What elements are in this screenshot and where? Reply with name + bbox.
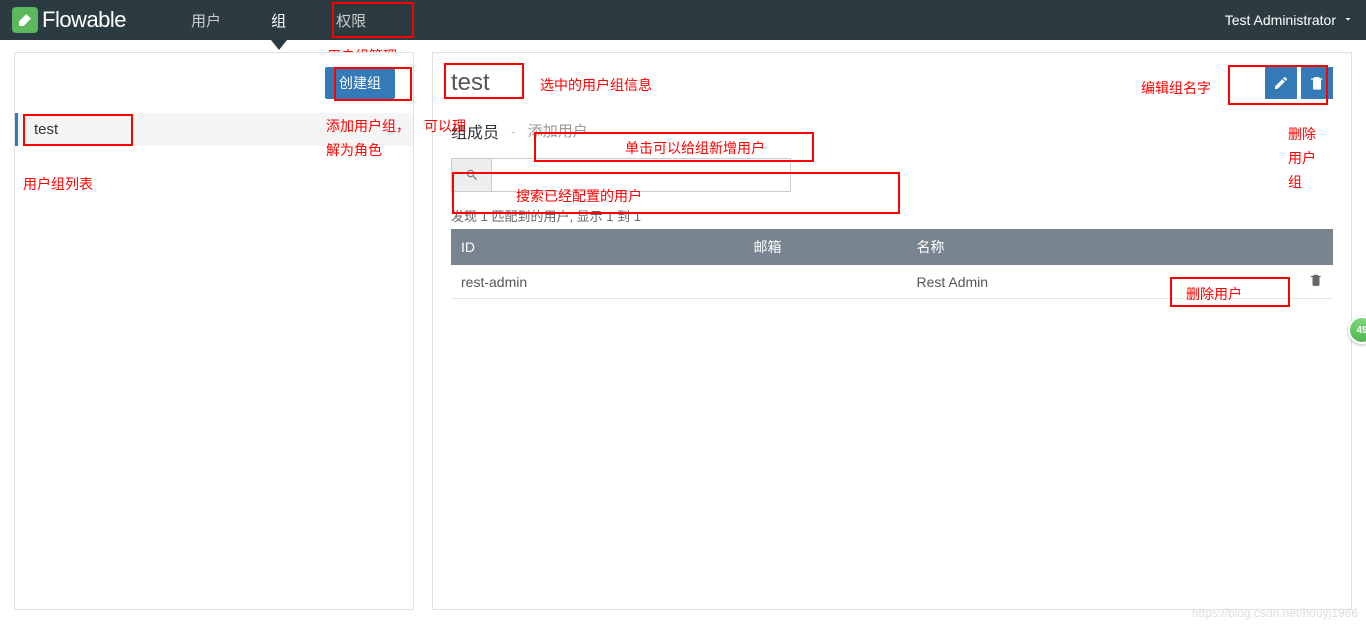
nav-users[interactable]: 用户 (166, 0, 246, 40)
search-input[interactable] (491, 158, 791, 192)
sidebar-actions: 创建组 (15, 53, 413, 113)
nav-groups-label: 组 (271, 10, 286, 31)
separator: - (511, 123, 516, 139)
members-table: ID 邮箱 名称 rest-admin Rest Admin (451, 229, 1333, 299)
cell-id: rest-admin (451, 265, 744, 299)
group-action-buttons (1265, 67, 1333, 99)
group-list-item[interactable]: test (15, 113, 413, 146)
th-name: 名称 (906, 229, 1217, 265)
nav-active-indicator (271, 40, 287, 50)
top-nav: 用户 组 权限 (166, 0, 391, 40)
app-header: Flowable 用户 组 权限 Test Administrator (0, 0, 1366, 40)
watermark: https://blog.csdn.net/houyj1986 (1192, 606, 1358, 620)
logo-icon (12, 7, 38, 33)
result-count: 发现 1 匹配到的用户, 显示 1 到 1 (451, 206, 1333, 225)
cell-name: Rest Admin (906, 265, 1217, 299)
th-email: 邮箱 (744, 229, 907, 265)
pencil-icon (1273, 75, 1289, 91)
edit-group-button[interactable] (1265, 67, 1297, 99)
trash-icon (1309, 273, 1323, 287)
user-dropdown[interactable]: Test Administrator (1225, 12, 1354, 28)
row-delete-button[interactable] (1218, 265, 1333, 299)
trash-icon (1309, 75, 1325, 91)
user-dropdown-label: Test Administrator (1225, 12, 1336, 28)
logo-text: Flowable (42, 7, 126, 33)
sidebar: 创建组 test (14, 52, 414, 610)
table-row: rest-admin Rest Admin (451, 265, 1333, 299)
cell-email (744, 265, 907, 299)
chevron-down-icon (1342, 12, 1354, 28)
members-label: 组成员 (451, 119, 499, 143)
group-title: test (451, 69, 490, 97)
search-icon (465, 168, 479, 182)
main-container: 创建组 test test 组成员 - 添加用户 (0, 40, 1366, 622)
members-row: 组成员 - 添加用户 (451, 117, 1333, 144)
search-row (451, 158, 1333, 192)
create-group-button[interactable]: 创建组 (325, 67, 395, 99)
nav-groups[interactable]: 组 (246, 0, 311, 40)
logo: Flowable (12, 7, 126, 33)
nav-perms[interactable]: 权限 (311, 0, 391, 40)
group-list: test (15, 113, 413, 146)
main-panel: test 组成员 - 添加用户 发现 1 匹配到的用户, 显示 1 到 1 (432, 52, 1352, 610)
th-id: ID (451, 229, 744, 265)
add-user-link[interactable]: 添加用户 (528, 117, 588, 144)
main-header: test (451, 67, 1333, 99)
search-icon-box (451, 158, 491, 192)
delete-group-button[interactable] (1301, 67, 1333, 99)
th-actions (1218, 229, 1333, 265)
